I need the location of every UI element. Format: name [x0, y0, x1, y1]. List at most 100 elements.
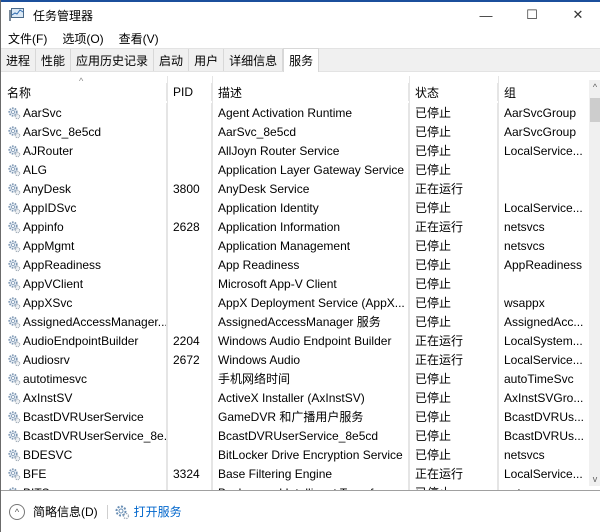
- service-status: 已停止: [409, 369, 498, 388]
- service-gear-icon: [7, 391, 21, 405]
- column-header-name[interactable]: 名称: [1, 83, 167, 101]
- table-row[interactable]: AarSvc_8e5cd AarSvc_8e5cd 已停止 AarSvcGroup: [1, 122, 589, 141]
- tab-startup[interactable]: 启动: [154, 49, 190, 71]
- tab-processes[interactable]: 进程: [1, 49, 37, 71]
- scroll-down-icon[interactable]: v: [589, 472, 600, 486]
- service-pid: [167, 236, 212, 255]
- collapse-icon[interactable]: ^: [9, 503, 25, 520]
- table-row[interactable]: autotimesvc 手机网络时间 已停止 autoTimeSvc: [1, 369, 589, 388]
- menu-file[interactable]: 文件(F): [1, 30, 53, 47]
- column-header-description[interactable]: 描述: [212, 83, 409, 101]
- service-group: [498, 274, 589, 293]
- service-gear-icon: [7, 277, 21, 291]
- service-name-cell: BcastDVRUserService_8e...: [1, 426, 167, 445]
- service-gear-icon: [7, 296, 21, 310]
- tab-details[interactable]: 详细信息: [224, 49, 284, 71]
- tab-users[interactable]: 用户: [189, 49, 225, 71]
- service-status: 已停止: [409, 312, 498, 331]
- service-pid: [167, 388, 212, 407]
- column-header-pid[interactable]: PID: [167, 83, 212, 101]
- service-group: AppReadiness: [504, 257, 583, 272]
- service-status: 已停止: [409, 122, 498, 141]
- service-pid: [167, 312, 212, 331]
- service-gear-icon: [7, 258, 21, 272]
- service-gear-icon: [7, 353, 21, 367]
- service-name: AppVClient: [23, 276, 84, 291]
- service-description: BcastDVRUserService_8e5cd: [212, 426, 409, 445]
- service-gear-icon: [7, 448, 21, 462]
- service-status: 已停止: [409, 445, 498, 464]
- service-gear-icon: [7, 429, 21, 443]
- fewer-details-button[interactable]: 简略信息(D): [33, 503, 98, 520]
- service-description: Application Management: [212, 236, 409, 255]
- table-row[interactable]: BcastDVRUserService_8e... BcastDVRUserSer…: [1, 426, 589, 445]
- table-row[interactable]: AppVClient Microsoft App-V Client 已停止: [1, 274, 589, 293]
- service-group: [498, 179, 589, 198]
- minimize-button[interactable]: —: [463, 2, 509, 28]
- service-name: Appinfo: [23, 219, 64, 234]
- footer-separator: [106, 504, 108, 519]
- service-name: Audiosrv: [23, 352, 70, 367]
- service-pid: 2628: [167, 217, 212, 236]
- table-row[interactable]: AJRouter AllJoyn Router Service 已停止 LocalSe…: [1, 141, 589, 160]
- service-name-cell: Audiosrv: [1, 350, 167, 369]
- vertical-scrollbar[interactable]: ^ v: [589, 80, 600, 486]
- maximize-button[interactable]: ☐: [509, 2, 555, 28]
- tab-app-history[interactable]: 应用历史记录: [71, 49, 155, 71]
- service-pid: [167, 160, 212, 179]
- column-header-group[interactable]: 组: [498, 83, 589, 101]
- table-row[interactable]: BITS Background Intelligent Transfer...已停…: [1, 483, 589, 490]
- service-description: Windows Audio: [212, 350, 409, 369]
- table-row[interactable]: Appinfo 2628 Application Information 正在运行 ne…: [1, 217, 589, 236]
- table-row[interactable]: AppMgmt Application Management 已停止 netsvcs: [1, 236, 589, 255]
- service-group: BcastDVRUs...: [504, 428, 585, 443]
- table-row[interactable]: BcastDVRUserService GameDVR 和广播用户服务 已停止 Bca…: [1, 407, 589, 426]
- service-pid: 2204: [167, 331, 212, 350]
- close-button[interactable]: ✕: [555, 2, 600, 28]
- service-pid: [167, 369, 212, 388]
- table-row[interactable]: ALG Application Layer Gateway Service 已停止: [1, 160, 589, 179]
- service-pid: [167, 141, 212, 160]
- table-row[interactable]: AppIDSvc Application Identity 已停止 LocalServ…: [1, 198, 589, 217]
- table-row[interactable]: AudioEndpointBuilder 2204 Windows Audio En…: [1, 331, 589, 350]
- service-group: BcastDVRUs...: [504, 409, 585, 424]
- menu-options[interactable]: 选项(O): [55, 30, 109, 47]
- service-group: LocalService...: [504, 466, 583, 481]
- service-description: AnyDesk Service: [212, 179, 409, 198]
- service-pid: [167, 274, 212, 293]
- menu-view[interactable]: 查看(V): [112, 30, 165, 47]
- table-row[interactable]: BDESVC BitLocker Drive Encryption Service…: [1, 445, 589, 464]
- scroll-up-icon[interactable]: ^: [589, 80, 600, 94]
- table-header: 名称 PID 描述 状态 组: [1, 83, 589, 101]
- service-gear-icon: [7, 163, 21, 177]
- tab-performance[interactable]: 性能: [36, 49, 72, 71]
- tab-services[interactable]: 服务: [283, 48, 320, 72]
- service-group: netsvcs: [504, 447, 545, 462]
- service-description: Background Intelligent Transfer...: [212, 483, 409, 490]
- title-bar[interactable]: 任务管理器 — ☐ ✕: [1, 2, 600, 28]
- column-header-status[interactable]: 状态: [409, 83, 498, 101]
- service-description: AppX Deployment Service (AppX...: [212, 293, 409, 312]
- table-row[interactable]: AppXSvc AppX Deployment Service (AppX... 已…: [1, 293, 589, 312]
- service-description: 手机网络时间: [212, 369, 409, 388]
- service-name: AppMgmt: [23, 238, 75, 253]
- service-gear-icon: [7, 220, 21, 234]
- service-status: 已停止: [409, 255, 498, 274]
- service-group: AarSvcGroup: [504, 105, 577, 120]
- service-name-cell: AarSvc: [1, 103, 167, 122]
- service-group: LocalService...: [504, 352, 583, 367]
- table-row[interactable]: Audiosrv 2672 Windows Audio 正在运行 LocalServic…: [1, 350, 589, 369]
- table-row[interactable]: BFE 3324 Base Filtering Engine 正在运行 LocalSer…: [1, 464, 589, 483]
- table-row[interactable]: AnyDesk 3800 AnyDesk Service 正在运行: [1, 179, 589, 198]
- open-services-link[interactable]: 打开服务: [134, 503, 182, 520]
- table-row[interactable]: AarSvc Agent Activation Runtime 已停止 AarSvcG…: [1, 103, 589, 122]
- service-name: BcastDVRUserService_8e...: [23, 428, 167, 443]
- scrollbar-thumb[interactable]: [590, 98, 600, 122]
- service-gear-icon: [7, 239, 21, 253]
- table-row[interactable]: AssignedAccessManager... AssignedAccessMa…: [1, 312, 589, 331]
- service-description: GameDVR 和广播用户服务: [212, 407, 409, 426]
- table-row[interactable]: AxInstSV ActiveX Installer (AxInstSV) 已停止 A…: [1, 388, 589, 407]
- service-pid: [167, 293, 212, 312]
- table-row[interactable]: AppReadiness App Readiness 已停止 AppReadiness: [1, 255, 589, 274]
- service-name-cell: BDESVC: [1, 445, 167, 464]
